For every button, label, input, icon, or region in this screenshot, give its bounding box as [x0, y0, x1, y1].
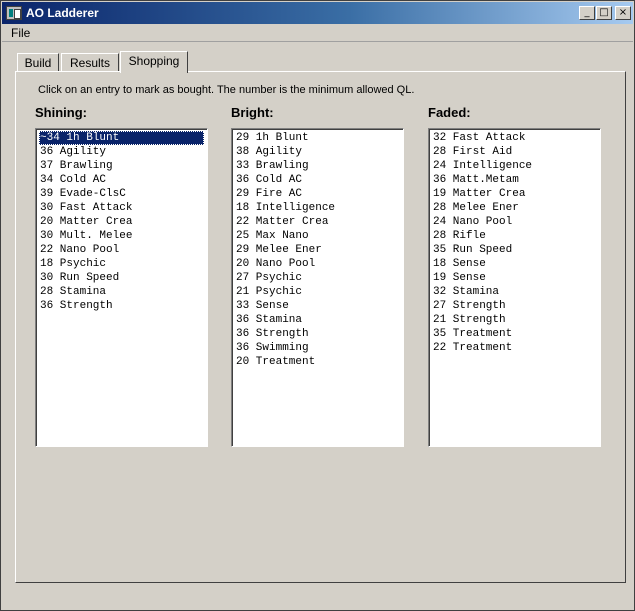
list-item[interactable]: 36 Swimming [235, 341, 400, 355]
list-item[interactable]: 36 Cold AC [235, 173, 400, 187]
list-item[interactable]: 18 Psychic [39, 257, 204, 271]
list-item[interactable]: 38 Agility [235, 145, 400, 159]
list-item[interactable]: 35 Treatment [432, 327, 597, 341]
list-item[interactable]: 33 Brawling [235, 159, 400, 173]
shopping-hint: Click on an entry to mark as bought. The… [38, 84, 415, 96]
minimize-button[interactable]: _ [579, 6, 595, 20]
list-item[interactable]: 32 Stamina [432, 285, 597, 299]
list-item[interactable]: 24 Intelligence [432, 159, 597, 173]
list-item[interactable]: 25 Max Nano [235, 229, 400, 243]
list-item[interactable]: 28 Melee Ener [432, 201, 597, 215]
list-item[interactable]: 21 Psychic [235, 285, 400, 299]
list-item[interactable]: 18 Intelligence [235, 201, 400, 215]
list-item[interactable]: 36 Strength [39, 299, 204, 313]
list-item[interactable]: 27 Psychic [235, 271, 400, 285]
list-item[interactable]: 29 1h Blunt [235, 131, 400, 145]
list-item[interactable]: 18 Sense [432, 257, 597, 271]
list-item[interactable]: 33 Sense [235, 299, 400, 313]
list-item[interactable]: 28 First Aid [432, 145, 597, 159]
faded-list[interactable]: 32 Fast Attack 28 First Aid 24 Intelligenc… [428, 128, 601, 447]
close-button[interactable]: × [615, 6, 631, 20]
shining-heading: Shining: [35, 105, 87, 120]
list-item[interactable]: 36 Strength [235, 327, 400, 341]
list-item[interactable]: 20 Matter Crea [39, 215, 204, 229]
faded-heading: Faded: [428, 105, 471, 120]
tab-results[interactable]: Results [61, 53, 119, 73]
list-item[interactable]: 28 Stamina [39, 285, 204, 299]
list-item[interactable]: 30 Run Speed [39, 271, 204, 285]
list-item[interactable]: 19 Sense [432, 271, 597, 285]
tab-build[interactable]: Build [17, 53, 59, 73]
list-item[interactable]: ~34 1h Blunt [39, 131, 204, 145]
list-item[interactable]: 36 Matt.Metam [432, 173, 597, 187]
list-item[interactable]: 22 Nano Pool [39, 243, 204, 257]
list-item[interactable]: 35 Run Speed [432, 243, 597, 257]
list-item[interactable]: 39 Evade-ClsC [39, 187, 204, 201]
app-icon [6, 6, 22, 20]
title-bar[interactable]: AO Ladderer _ □ × [2, 2, 633, 24]
list-item[interactable]: 22 Treatment [432, 341, 597, 355]
list-item[interactable]: 20 Treatment [235, 355, 400, 369]
list-item[interactable]: 19 Matter Crea [432, 187, 597, 201]
list-item[interactable]: 22 Matter Crea [235, 215, 400, 229]
list-item[interactable]: 20 Nano Pool [235, 257, 400, 271]
list-item[interactable]: 30 Mult. Melee [39, 229, 204, 243]
bright-list[interactable]: 29 1h Blunt 38 Agility 33 Brawling 36 Cold … [231, 128, 404, 447]
list-item[interactable]: 36 Agility [39, 145, 204, 159]
list-item[interactable]: 21 Strength [432, 313, 597, 327]
list-item[interactable]: 30 Fast Attack [39, 201, 204, 215]
list-item[interactable]: 32 Fast Attack [432, 131, 597, 145]
list-item[interactable]: 28 Rifle [432, 229, 597, 243]
list-item[interactable]: 37 Brawling [39, 159, 204, 173]
list-item[interactable]: 24 Nano Pool [432, 215, 597, 229]
shining-list[interactable]: ~34 1h Blunt 36 Agility 37 Brawling 34 Cold… [35, 128, 208, 447]
menu-file[interactable]: File [11, 26, 30, 40]
bright-heading: Bright: [231, 105, 274, 120]
window-title: AO Ladderer [26, 6, 99, 20]
tab-shopping[interactable]: Shopping [120, 51, 188, 75]
list-item[interactable]: 27 Strength [432, 299, 597, 313]
menu-bar: File [2, 24, 633, 42]
list-item[interactable]: 36 Stamina [235, 313, 400, 327]
list-item[interactable]: 29 Melee Ener [235, 243, 400, 257]
list-item[interactable]: 34 Cold AC [39, 173, 204, 187]
app-window: AO Ladderer _ □ × File Build Results Sho… [0, 0, 635, 611]
list-item[interactable]: 29 Fire AC [235, 187, 400, 201]
maximize-button[interactable]: □ [596, 6, 612, 20]
